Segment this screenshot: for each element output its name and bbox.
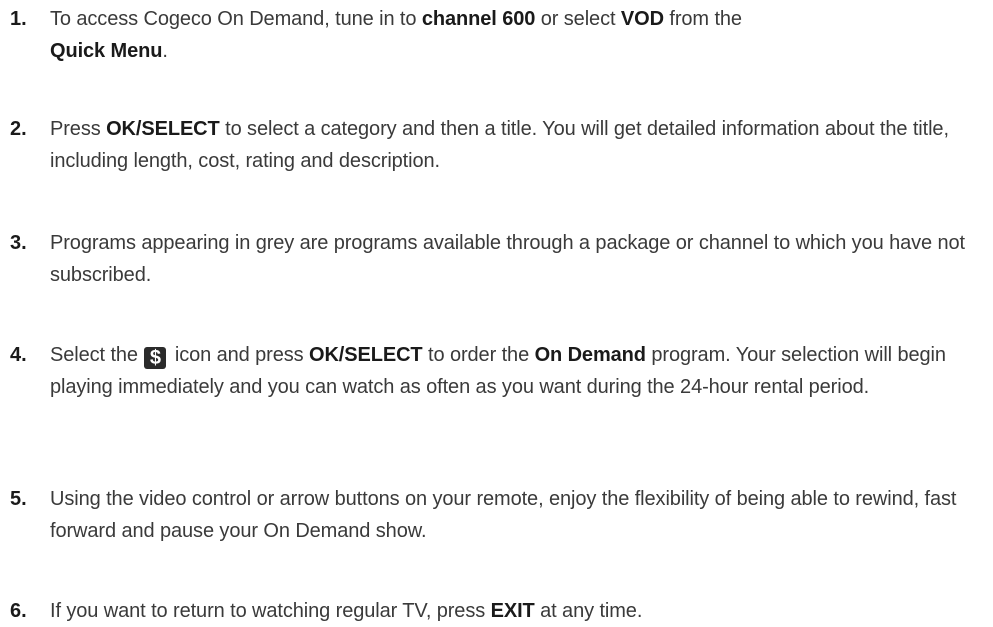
step-3: 3. Programs appearing in grey are progra…	[10, 227, 985, 291]
step-number: 6.	[10, 600, 27, 622]
vod-emphasis: VOD	[620, 8, 664, 30]
text-segment: If you want to return to watching regula…	[50, 600, 491, 622]
step-5: 5. Using the video control or arrow butt…	[10, 483, 985, 547]
text-segment: icon and press	[169, 344, 309, 366]
step-text: Programs appearing in grey are programs …	[50, 232, 966, 286]
ok-select-emphasis: OK/SELECT	[309, 344, 423, 366]
step-6: 6. If you want to return to watching reg…	[10, 595, 985, 627]
text-segment: or select	[535, 8, 621, 30]
step-number: 3.	[10, 232, 27, 254]
on-demand-emphasis: On Demand	[534, 344, 646, 366]
step-number: 4.	[10, 344, 27, 366]
exit-emphasis: EXIT	[490, 600, 535, 622]
step-number: 2.	[10, 118, 27, 140]
step-2: 2. Press OK/SELECT to select a category …	[10, 113, 985, 177]
step-text: To access Cogeco On Demand, tune in to c…	[50, 3, 742, 67]
text-segment: Select the	[50, 344, 144, 366]
text-segment: to order the	[422, 344, 535, 366]
step-4: 4. Select the $ icon and press OK/SELECT…	[10, 339, 985, 403]
ok-select-emphasis: OK/SELECT	[106, 118, 220, 140]
step-number: 1.	[10, 8, 27, 30]
dollar-icon: $	[144, 347, 167, 369]
step-number: 5.	[10, 488, 27, 510]
quick-menu-emphasis: Quick Menu	[50, 40, 163, 62]
text-segment: at any time.	[534, 600, 643, 622]
text-segment: To access Cogeco On Demand, tune in to	[50, 8, 422, 30]
text-segment: .	[162, 40, 168, 62]
step-1: 1. To access Cogeco On Demand, tune in t…	[10, 3, 985, 67]
channel-emphasis: channel 600	[421, 8, 536, 30]
step-text: Using the video control or arrow buttons…	[50, 488, 957, 542]
step-text: Select the $ icon and press OK/SELECT to…	[50, 339, 985, 403]
step-text: Press OK/SELECT to select a category and…	[50, 113, 985, 177]
step-text: If you want to return to watching regula…	[50, 595, 642, 627]
text-segment: from the	[663, 8, 742, 30]
text-segment: Press	[50, 118, 107, 140]
